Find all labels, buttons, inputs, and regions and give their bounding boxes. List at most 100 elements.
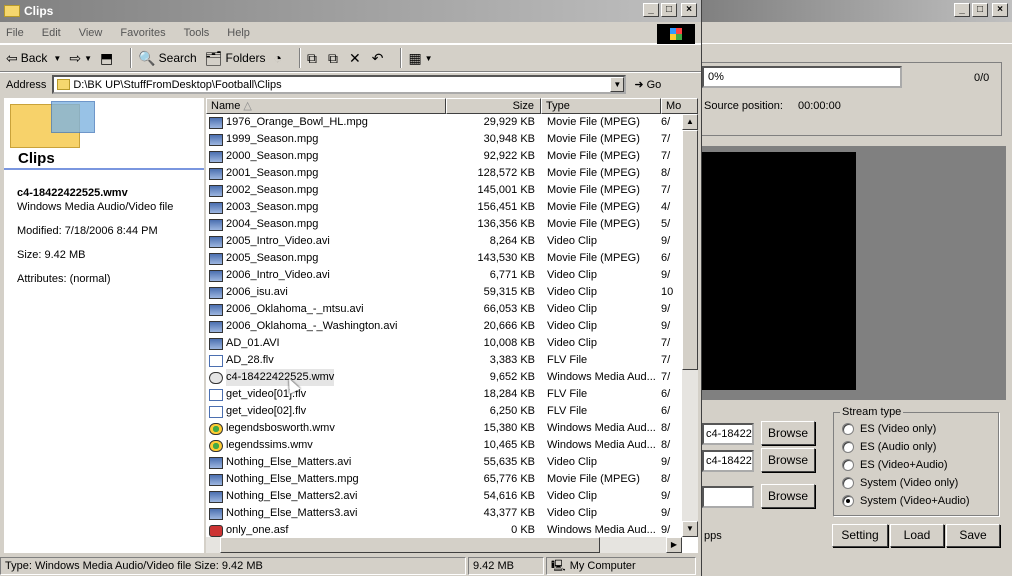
radio-es-audio[interactable]: ES (Audio only): [842, 441, 936, 453]
file-row[interactable]: 2004_Season.mpg 136,356 KB Movie File (MPE…: [206, 216, 698, 233]
address-dropdown-icon[interactable]: ▼: [610, 77, 625, 92]
movie-file-icon: [209, 303, 223, 316]
save-button[interactable]: Save: [946, 524, 1000, 547]
file-modified: 6/: [661, 252, 671, 264]
menu-help[interactable]: Help: [227, 27, 250, 39]
movie-file-icon: [209, 167, 223, 180]
radio-es-video[interactable]: ES (Video only): [842, 423, 936, 435]
encoder-titlebar[interactable]: _ □ ×: [702, 0, 1012, 22]
file-row[interactable]: Nothing_Else_Matters.avi 55,635 KB Video C…: [206, 454, 698, 471]
encoder-minimize-button[interactable]: _: [954, 3, 970, 17]
history-button[interactable]: ◔: [274, 50, 285, 66]
file-size: 43,377 KB: [483, 507, 535, 519]
folders-button[interactable]: 🗂 Folders: [205, 50, 266, 67]
file-row[interactable]: 2002_Season.mpg 145,001 KB Movie File (MPE…: [206, 182, 698, 199]
file-row[interactable]: 2006_Oklahoma_-_Washington.avi 20,666 KB V…: [206, 318, 698, 335]
file-size: 20,666 KB: [483, 320, 535, 332]
file-rows: 1976_Orange_Bowl_HL.mpg 29,929 KB Movie Fi…: [206, 114, 698, 539]
scroll-up-icon[interactable]: ▲: [682, 114, 698, 130]
file-row[interactable]: get_video[01].flv 18,284 KB FLV File 6/: [206, 386, 698, 403]
file-row[interactable]: AD_01.AVI 10,008 KB Video Clip 7/: [206, 335, 698, 352]
setting-button[interactable]: Setting: [832, 524, 888, 547]
column-headers: Name △ Size Type Mo: [206, 98, 698, 114]
file-name: c4-18422422525.wmv: [226, 369, 335, 386]
close-button[interactable]: ×: [681, 3, 697, 17]
menu-view[interactable]: View: [79, 27, 103, 39]
file-row[interactable]: AD_28.flv 3,383 KB FLV File 7/: [206, 352, 698, 369]
copy-to-icon: ⧉: [327, 49, 338, 66]
delete-button[interactable]: ✕: [349, 50, 364, 67]
file-row[interactable]: 2005_Season.mpg 143,530 KB Movie File (MPE…: [206, 250, 698, 267]
views-button[interactable]: ▦ ▼: [408, 50, 432, 67]
address-input[interactable]: D:\BK UP\StuffFromDesktop\Football\Clips…: [52, 75, 627, 94]
encoder-maximize-button[interactable]: □: [972, 3, 988, 17]
file-row[interactable]: 1999_Season.mpg 30,948 KB Movie File (MPEG…: [206, 131, 698, 148]
windows-logo-icon: [657, 24, 695, 44]
column-type[interactable]: Type: [541, 98, 661, 114]
radio-system-video-audio[interactable]: System (Video+Audio): [842, 495, 970, 507]
up-folder-button[interactable]: ⬒: [100, 50, 116, 67]
horizontal-scrollbar[interactable]: ▶: [206, 537, 682, 553]
file-row[interactable]: 2005_Intro_Video.avi 8,264 KB Video Clip 9/: [206, 233, 698, 250]
search-button[interactable]: 🔍 Search: [138, 50, 196, 67]
menu-file[interactable]: File: [6, 27, 24, 39]
file-row[interactable]: 2006_Oklahoma_-_mtsu.avi 66,053 KB Video C…: [206, 301, 698, 318]
file-row[interactable]: 2000_Season.mpg 92,922 KB Movie File (MPEG…: [206, 148, 698, 165]
third-file-field[interactable]: [702, 486, 754, 508]
file-row[interactable]: Nothing_Else_Matters.mpg 65,776 KB Movie F…: [206, 471, 698, 488]
file-row[interactable]: legendssims.wmv 10,465 KB Windows Media Au…: [206, 437, 698, 454]
menu-edit[interactable]: Edit: [42, 27, 61, 39]
column-size[interactable]: Size: [446, 98, 541, 114]
file-row[interactable]: 1976_Orange_Bowl_HL.mpg 29,929 KB Movie Fi…: [206, 114, 698, 131]
column-name[interactable]: Name △: [206, 98, 446, 114]
file-row[interactable]: 2003_Season.mpg 156,451 KB Movie File (MPE…: [206, 199, 698, 216]
menu-tools[interactable]: Tools: [184, 27, 210, 39]
file-row[interactable]: legendsbosworth.wmv 15,380 KB Windows Medi…: [206, 420, 698, 437]
file-row[interactable]: get_video[02].flv 6,250 KB FLV File 6/: [206, 403, 698, 420]
file-row[interactable]: 2001_Season.mpg 128,572 KB Movie File (MPE…: [206, 165, 698, 182]
status-bar: Type: Windows Media Audio/Video file Siz…: [0, 556, 702, 576]
load-button[interactable]: Load: [890, 524, 944, 547]
file-row[interactable]: Nothing_Else_Matters3.avi 43,377 KB Video …: [206, 505, 698, 522]
file-size: 143,530 KB: [477, 252, 536, 264]
browse-third-button[interactable]: Browse: [761, 484, 815, 508]
file-row[interactable]: Nothing_Else_Matters2.avi 54,616 KB Video …: [206, 488, 698, 505]
input-file-field[interactable]: c4-18422: [702, 423, 754, 445]
movie-file-icon: [209, 235, 223, 248]
radio-system-video[interactable]: System (Video only): [842, 477, 958, 489]
forward-button[interactable]: ⇨ ▼: [69, 50, 92, 67]
move-to-icon: ⧉: [306, 49, 317, 66]
encoder-status-text: pps: [704, 530, 722, 542]
vertical-scrollbar[interactable]: ▲ ▼: [682, 114, 698, 537]
file-modified: 9/: [661, 269, 671, 281]
output-file-field[interactable]: c4-18422: [702, 450, 754, 472]
column-modified[interactable]: Mo: [661, 98, 698, 114]
maximize-button[interactable]: □: [661, 3, 677, 17]
file-row[interactable]: c4-18422422525.wmv 9,652 KB Windows Media …: [206, 369, 698, 386]
file-row[interactable]: 2006_Intro_Video.avi 6,771 KB Video Clip 9/: [206, 267, 698, 284]
back-button[interactable]: ⇦ Back ▼: [6, 50, 61, 67]
file-name: 2005_Season.mpg: [226, 252, 319, 264]
video-preview: [702, 152, 856, 390]
scroll-right-icon[interactable]: ▶: [666, 537, 682, 553]
menu-favorites[interactable]: Favorites: [120, 27, 165, 39]
radio-es-video-audio[interactable]: ES (Video+Audio): [842, 459, 948, 471]
up-folder-icon: ⬒: [100, 49, 114, 66]
scroll-thumb[interactable]: [682, 130, 698, 370]
file-name: Nothing_Else_Matters2.avi: [226, 490, 358, 502]
encoder-close-button[interactable]: ×: [992, 3, 1008, 17]
file-name: AD_28.flv: [226, 354, 274, 366]
minimize-button[interactable]: _: [643, 3, 659, 17]
move-to-button[interactable]: ⧉: [307, 50, 320, 67]
browse-output-button[interactable]: Browse: [761, 448, 815, 472]
undo-button[interactable]: ↶: [372, 50, 387, 67]
browse-input-button[interactable]: Browse: [761, 421, 815, 445]
scroll-down-icon[interactable]: ▼: [682, 521, 698, 537]
hscroll-thumb[interactable]: [220, 537, 600, 553]
go-button[interactable]: ➜ Go: [634, 78, 661, 92]
file-row[interactable]: 2006_isu.avi 59,315 KB Video Clip 10: [206, 284, 698, 301]
file-list[interactable]: Name △ Size Type Mo 1976_Orange_Bowl_HL.…: [206, 98, 698, 553]
undo-icon: ↶: [371, 49, 384, 66]
copy-to-button[interactable]: ⧉: [328, 50, 341, 67]
explorer-titlebar[interactable]: Clips _ □ ×: [0, 0, 701, 22]
